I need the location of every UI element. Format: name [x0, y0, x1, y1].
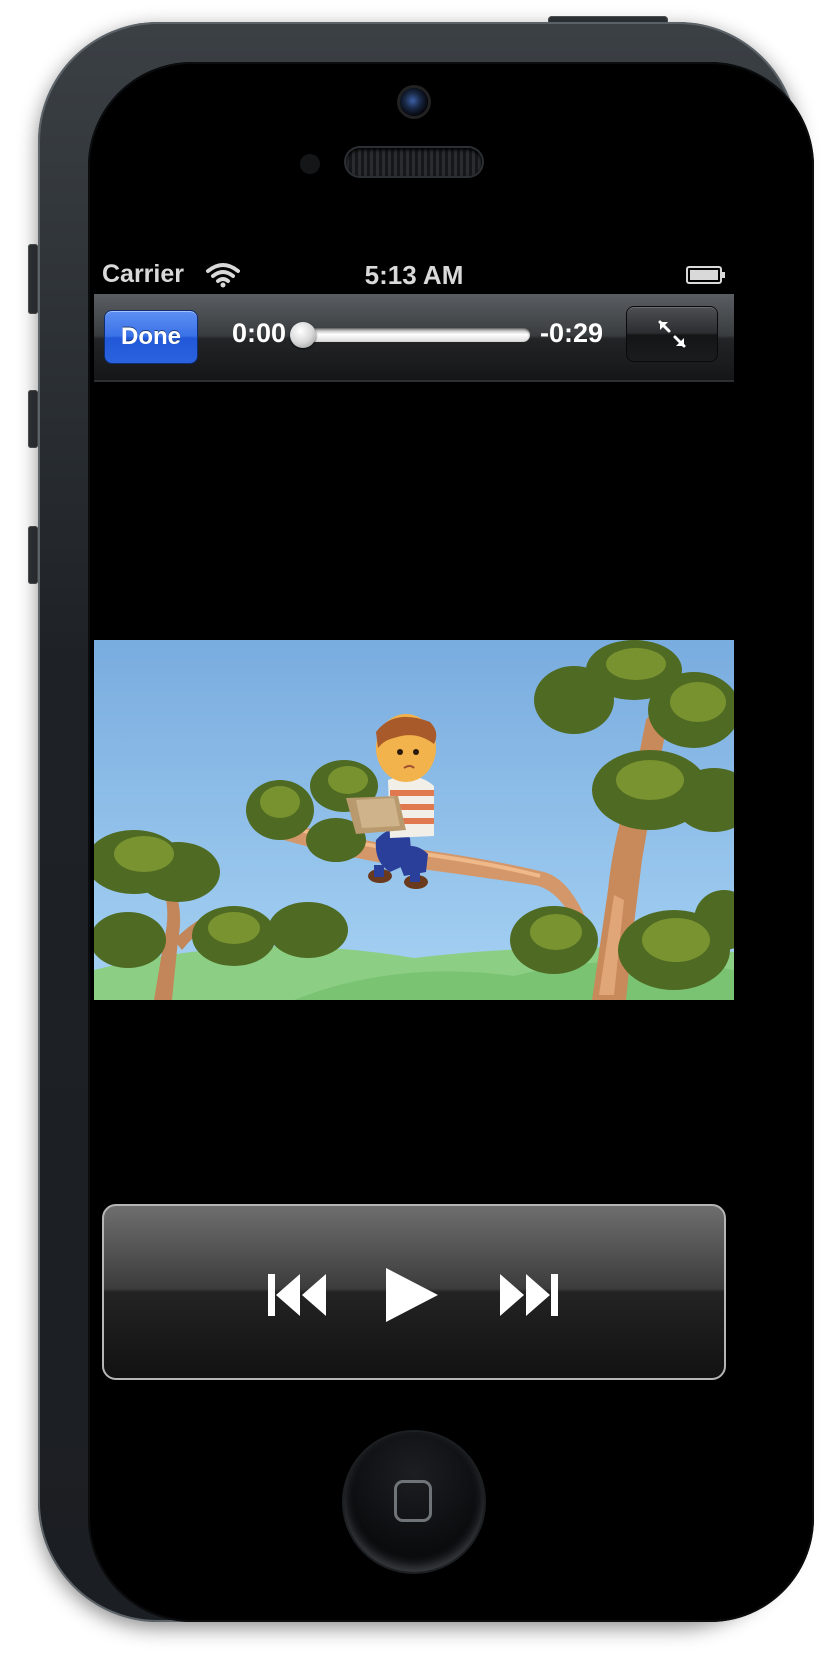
screen: Carrier 5:13 AM Done 0:00 -0:29: [94, 254, 734, 1388]
scrubber-track[interactable]: [300, 328, 530, 342]
play-icon[interactable]: [380, 1264, 442, 1324]
mute-switch: [28, 244, 38, 314]
remaining-time: -0:29: [540, 318, 604, 348]
elapsed-time: 0:00: [232, 318, 287, 348]
home-square-icon: [394, 1480, 432, 1522]
skip-forward-icon[interactable]: [496, 1264, 562, 1324]
video-still-image: [94, 640, 734, 1000]
skip-back-icon[interactable]: [264, 1264, 330, 1324]
video-frame[interactable]: [94, 640, 734, 1000]
battery-icon: [686, 266, 725, 284]
home-button[interactable]: [344, 1432, 484, 1572]
front-camera: [400, 88, 428, 116]
scrubber-thumb[interactable]: [290, 322, 316, 348]
proximity-sensor: [300, 154, 320, 174]
fullscreen-button[interactable]: [626, 306, 718, 362]
volume-down-button: [28, 526, 38, 584]
volume-up-button: [28, 390, 38, 448]
device-mockup: Carrier 5:13 AM Done 0:00 -0:29: [0, 0, 828, 1668]
transport-controls: [102, 1204, 726, 1380]
player-toolbar: Done 0:00 -0:29: [94, 294, 734, 382]
done-button[interactable]: Done: [104, 310, 198, 364]
earpiece-speaker: [346, 148, 482, 176]
status-bar: Carrier 5:13 AM: [94, 254, 734, 294]
status-time: 5:13 AM: [364, 260, 464, 290]
expand-icon: [658, 320, 686, 348]
